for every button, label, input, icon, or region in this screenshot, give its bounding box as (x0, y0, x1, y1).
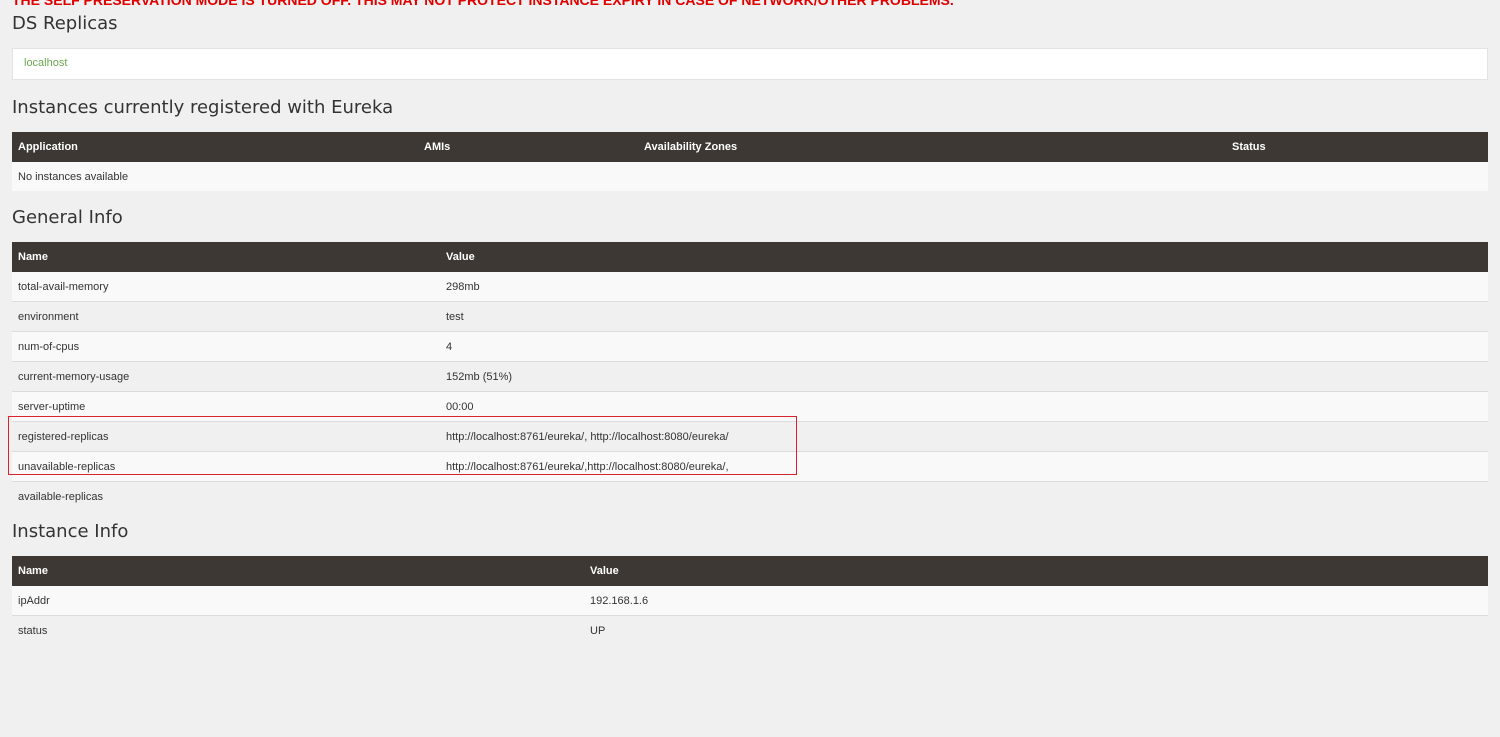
table-row: unavailable-replicas http://localhost:87… (12, 451, 1488, 482)
info-name: registered-replicas (12, 421, 440, 452)
info-value: http://localhost:8761/eureka/, http://lo… (440, 421, 1488, 452)
col-availability-zones: Availability Zones (638, 132, 1226, 162)
instance-info-title: Instance Info (12, 521, 129, 542)
instances-title: Instances currently registered with Eure… (12, 97, 394, 118)
instance-info-table: Name Value ipAddr 192.168.1.6 status UP (12, 556, 1488, 645)
self-preservation-warning: THE SELF PRESERVATION MODE IS TURNED OFF… (12, 0, 954, 8)
instance-info-header-row: Name Value (12, 556, 1488, 586)
table-row: current-memory-usage 152mb (51%) (12, 361, 1488, 392)
general-info-title: General Info (12, 207, 123, 228)
ds-replicas-list: localhost (12, 48, 1488, 80)
general-info-header-row: Name Value (12, 242, 1488, 272)
info-value: 152mb (51%) (440, 361, 1488, 392)
info-name: current-memory-usage (12, 361, 440, 392)
col-name: Name (12, 556, 584, 586)
info-name: environment (12, 301, 440, 332)
info-name: available-replicas (12, 481, 440, 511)
info-value: 4 (440, 331, 1488, 362)
general-info-table: Name Value total-avail-memory 298mb envi… (12, 242, 1488, 511)
table-row: server-uptime 00:00 (12, 391, 1488, 422)
info-value: 298mb (440, 272, 1488, 302)
info-value: UP (584, 615, 1488, 645)
no-instances-message: No instances available (12, 162, 1488, 191)
info-value: 00:00 (440, 391, 1488, 422)
info-name: status (12, 615, 584, 645)
instances-header-row: Application AMIs Availability Zones Stat… (12, 132, 1488, 162)
col-name: Name (12, 242, 440, 272)
table-row: environment test (12, 301, 1488, 332)
ds-replica-link-localhost[interactable]: localhost (24, 57, 67, 69)
table-row: registered-replicas http://localhost:876… (12, 421, 1488, 452)
info-name: num-of-cpus (12, 331, 440, 362)
info-value: http://localhost:8761/eureka/,http://loc… (440, 451, 1488, 482)
col-value: Value (584, 556, 1488, 586)
col-status: Status (1226, 132, 1488, 162)
table-row: No instances available (12, 162, 1488, 191)
info-value (440, 481, 1488, 511)
info-value: test (440, 301, 1488, 332)
table-row: total-avail-memory 298mb (12, 272, 1488, 302)
info-value: 192.168.1.6 (584, 586, 1488, 616)
info-name: server-uptime (12, 391, 440, 422)
col-application: Application (12, 132, 418, 162)
info-name: ipAddr (12, 586, 584, 616)
info-name: total-avail-memory (12, 272, 440, 302)
table-row: available-replicas (12, 481, 1488, 511)
col-amis: AMIs (418, 132, 638, 162)
table-row: ipAddr 192.168.1.6 (12, 586, 1488, 616)
col-value: Value (440, 242, 1488, 272)
table-row: num-of-cpus 4 (12, 331, 1488, 362)
table-row: status UP (12, 615, 1488, 645)
ds-replicas-title: DS Replicas (12, 13, 118, 34)
instances-table: Application AMIs Availability Zones Stat… (12, 132, 1488, 191)
info-name: unavailable-replicas (12, 451, 440, 482)
